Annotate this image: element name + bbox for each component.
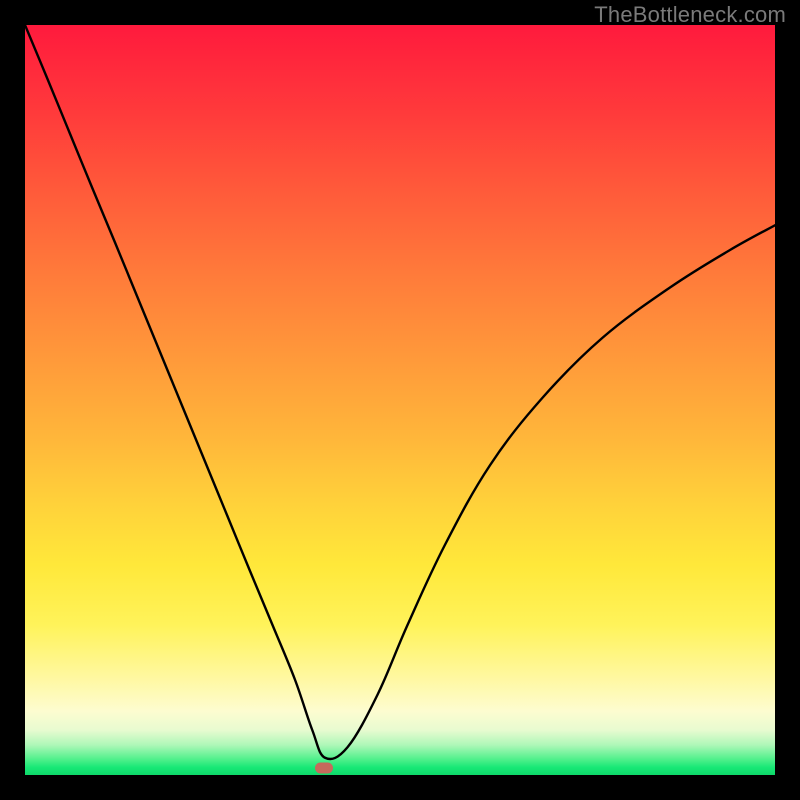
- chart-frame: TheBottleneck.com: [0, 0, 800, 800]
- optimum-marker: [315, 762, 333, 773]
- watermark-text: TheBottleneck.com: [594, 2, 786, 28]
- plot-area: [25, 25, 775, 775]
- bottleneck-curve: [25, 25, 775, 775]
